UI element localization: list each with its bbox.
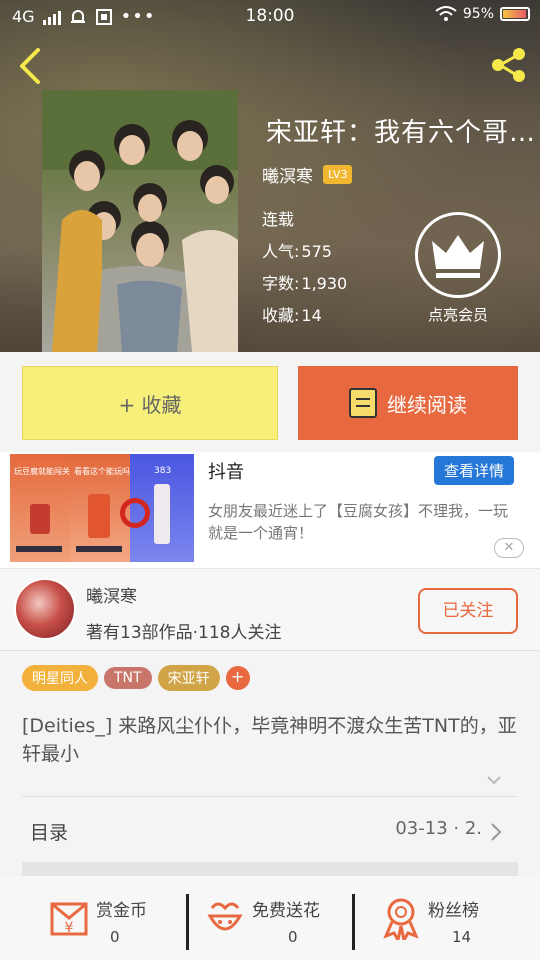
ad-details-button[interactable]: 查看详情 xyxy=(433,456,514,485)
book-cover-image[interactable] xyxy=(42,90,238,352)
ad-title: 抖音 xyxy=(208,462,244,483)
book-status: 连载 xyxy=(262,210,295,229)
word-count-label: 字数: xyxy=(262,274,300,293)
tag-list: 明星同人 TNT 宋亚轩 + xyxy=(22,665,250,691)
crown-icon xyxy=(415,212,501,298)
word-count-value: 1,930 xyxy=(301,274,348,293)
tag-item[interactable]: 明星同人 xyxy=(22,665,98,691)
ad-panel-text: 玩豆腐就能闯关 xyxy=(14,467,70,476)
divider xyxy=(0,650,540,651)
fan-ranking-button[interactable]: 粉丝榜 14 xyxy=(380,896,510,952)
follow-button[interactable]: 已关注 xyxy=(418,588,518,634)
ad-image-panel: 玩豆腐就能闯关 xyxy=(10,454,70,562)
section-gap xyxy=(22,862,518,876)
ad-panel-text: 看看这个能玩吗 xyxy=(74,467,130,476)
back-button[interactable] xyxy=(12,44,48,88)
fan-ranking-count: 14 xyxy=(452,928,472,946)
reward-coins-button[interactable]: ¥ 赏金币 0 xyxy=(48,896,178,952)
author-level-badge: LV3 xyxy=(323,165,353,184)
continue-reading-button[interactable]: 继续阅读 xyxy=(298,366,518,440)
popularity-label: 人气: xyxy=(262,242,300,261)
author-section-name[interactable]: 曦溟寒 xyxy=(86,582,137,607)
battery-icon xyxy=(500,7,530,21)
toc-latest-chapter: 03-13 · 2. xyxy=(395,818,482,839)
reward-coins-count: 0 xyxy=(110,928,120,946)
battery-percent: 95% xyxy=(462,6,494,22)
fan-ranking-label: 粉丝榜 xyxy=(428,901,479,921)
expand-chevron-icon[interactable] xyxy=(486,772,502,788)
book-title: 宋亚轩：我有六个哥… xyxy=(266,118,536,148)
tag-item[interactable]: 宋亚轩 xyxy=(157,665,220,691)
free-flowers-button[interactable]: 免费送花 0 xyxy=(204,896,344,952)
word-count-stat: 字数: 1,930 xyxy=(262,270,347,294)
flower-icon xyxy=(207,902,243,931)
favorites-value: 14 xyxy=(301,306,322,325)
author-name[interactable]: 曦溟寒 xyxy=(262,162,313,187)
author-avatar[interactable] xyxy=(14,578,76,640)
table-of-contents-row[interactable]: 目录 03-13 · 2. xyxy=(22,798,518,862)
add-tag-button[interactable]: + xyxy=(225,666,250,690)
ad-close-button[interactable]: ✕ xyxy=(494,538,524,558)
divider xyxy=(22,796,518,797)
medal-icon xyxy=(383,898,419,940)
chevron-right-icon xyxy=(491,823,502,841)
cover-photo-illustration xyxy=(42,90,238,352)
divider xyxy=(352,894,355,950)
ad-image-panel: 383 xyxy=(120,454,194,562)
ad-image[interactable]: 玩豆腐就能闯关 看看这个能玩吗 383 xyxy=(10,454,194,562)
tag-item[interactable]: TNT xyxy=(104,667,152,689)
toc-label: 目录 xyxy=(30,822,69,844)
reward-coins-label: 赏金币 xyxy=(96,901,147,921)
ad-panel-text: 383 xyxy=(154,466,172,476)
favorites-label: 收藏: xyxy=(262,306,300,325)
divider xyxy=(186,894,189,950)
share-button[interactable] xyxy=(488,44,530,86)
vip-membership-button[interactable]: 点亮会员 xyxy=(412,212,504,325)
popularity-value: 575 xyxy=(301,242,332,261)
free-flowers-label: 免费送花 xyxy=(252,901,320,921)
money-envelope-icon: ¥ xyxy=(50,902,88,936)
author-row[interactable]: 曦溟寒 LV3 xyxy=(262,162,353,187)
popularity-stat: 人气: 575 xyxy=(262,238,332,262)
continue-reading-label: 继续阅读 xyxy=(387,392,467,417)
add-to-favorites-button[interactable]: + 收藏 xyxy=(22,366,278,440)
free-flowers-count: 0 xyxy=(288,928,298,946)
book-description: [Deities_] 来路风尘仆仆，毕竟神明不渡众生苦TNT的，亚轩最小 xyxy=(22,715,517,765)
favorites-stat: 收藏: 14 xyxy=(262,302,322,326)
svg-text:¥: ¥ xyxy=(65,920,74,936)
vip-label: 点亮会员 xyxy=(427,306,488,324)
status-bar: 4G ••• 18:00 95% xyxy=(0,0,540,34)
author-works-stats: 著有13部作品·118人关注 xyxy=(86,623,282,643)
wifi-icon xyxy=(435,6,457,21)
ad-description: 女朋友最近迷上了【豆腐女孩】不理我，一玩就是一个通宵！ xyxy=(208,502,509,542)
book-icon xyxy=(349,388,377,418)
